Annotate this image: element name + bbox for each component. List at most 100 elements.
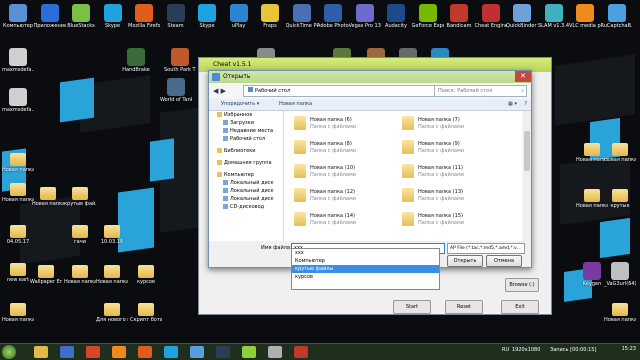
- desktop-icon[interactable]: HandBrake: [120, 48, 152, 73]
- desktop-icon[interactable]: World of Tanks Blitz: [160, 78, 192, 103]
- address-path[interactable]: Рабочий стол: [243, 85, 439, 97]
- desktop-icon[interactable]: maxmsdefa...: [2, 48, 34, 73]
- nav-item[interactable]: Рабочий стол: [209, 135, 283, 143]
- desktop-icon[interactable]: Wallpaper Engine: [30, 262, 62, 285]
- scrollbar-thumb[interactable]: [524, 131, 530, 171]
- autocomplete-option[interactable]: Компьютер: [292, 257, 439, 265]
- desktop-icon[interactable]: uPlay: [223, 4, 255, 29]
- back-forward-buttons[interactable]: ◀ ▶: [213, 85, 241, 97]
- nav-item[interactable]: Загрузки: [209, 119, 283, 127]
- desktop-icon[interactable]: Новая папка: [32, 184, 64, 207]
- close-icon[interactable]: ✕: [515, 71, 531, 82]
- desktop-icon[interactable]: Cheat Engine: [475, 4, 507, 29]
- file-list-item[interactable]: Новая папка (6) Папка с файлами: [288, 115, 398, 131]
- file-list-item[interactable]: Новая папка (9) Папка с файлами: [396, 139, 506, 155]
- desktop-icon[interactable]: Fraps: [254, 4, 286, 29]
- taskbar-app-firefox-icon[interactable]: [138, 346, 152, 358]
- desktop-icon[interactable]: Новая папка: [604, 140, 636, 163]
- desktop-icon[interactable]: Скрипт бота: [130, 300, 162, 323]
- view-options-icon[interactable]: ▦ ▾: [508, 99, 517, 110]
- navigation-pane[interactable]: Избранное Загрузки Недавние места Рабочий с…: [209, 111, 284, 241]
- reset-button[interactable]: Reset: [445, 300, 483, 314]
- desktop-icon[interactable]: _VaG3url(64): [604, 262, 636, 287]
- desktop-icon[interactable]: Vegas Pro 13.0 (64-bit): [349, 4, 381, 29]
- file-list-item[interactable]: Новая папка (12) Папка с файлами: [288, 187, 398, 203]
- desktop-icon[interactable]: крутые: [604, 186, 636, 209]
- start-button[interactable]: Start: [393, 300, 431, 314]
- file-list-item[interactable]: Новая папка (8) Папка с файлами: [288, 139, 398, 155]
- desktop-icon[interactable]: QuickBinder 1.7: [506, 4, 538, 29]
- filename-autocomplete-list[interactable]: ххх Компьютер крутые файлы курсов: [291, 248, 440, 290]
- file-list-item[interactable]: Новая папка (15) Папка с файлами: [396, 211, 506, 227]
- file-list[interactable]: Новая папка (6) Папка с файлами Новая папк…: [284, 111, 522, 241]
- nav-item[interactable]: Локальный диск: [209, 195, 283, 203]
- autocomplete-option[interactable]: крутые файлы: [292, 265, 439, 273]
- autocomplete-option[interactable]: курсов: [292, 273, 439, 281]
- desktop-icon[interactable]: 04.05.17: [2, 222, 34, 245]
- desktop-icon[interactable]: Новая папка: [604, 300, 636, 323]
- file-list-item[interactable]: Новая папка (7) Папка с файлами: [396, 115, 506, 131]
- desktop-icon[interactable]: Steam: [160, 4, 192, 29]
- desktop-icon[interactable]: Для нового видео: [96, 300, 128, 323]
- taskbar-app-vlc-icon[interactable]: [112, 346, 126, 358]
- desktop-icon[interactable]: Bandicam: [443, 4, 475, 29]
- nav-item[interactable]: Недавние места: [209, 127, 283, 135]
- desktop-icon[interactable]: Новая папка: [2, 180, 34, 203]
- start-button-orb[interactable]: [2, 345, 16, 359]
- browse-button[interactable]: Browse (.): [505, 278, 539, 292]
- desktop-icon[interactable]: 10.03.18: [96, 222, 128, 245]
- taskbar-app-skype-icon[interactable]: [164, 346, 178, 358]
- desktop-icon[interactable]: Skype: [97, 4, 129, 29]
- desktop-icon[interactable]: Новая папка (14): [96, 262, 128, 285]
- desktop-icon[interactable]: курсов: [130, 262, 162, 285]
- taskbar-clock[interactable]: 15:23: [622, 346, 636, 352]
- desktop-icon[interactable]: Приложение Blizzard: [34, 4, 66, 29]
- cancel-button[interactable]: Отмена: [486, 255, 522, 267]
- file-list-item[interactable]: Новая папка (11) Папка с файлами: [396, 163, 506, 179]
- nav-item[interactable]: Локальный диск: [209, 179, 283, 187]
- desktop-icon[interactable]: крутые файлы: [64, 184, 96, 207]
- desktop-icon[interactable]: maxmsdefa...: [2, 88, 34, 113]
- open-file-dialog[interactable]: Открыть ✕ ◀ ▶ Рабочий стол Поиск: Рабочи…: [208, 70, 532, 268]
- desktop-icon[interactable]: South Park The Stick...: [164, 48, 196, 73]
- keyboard-language[interactable]: RU: [502, 347, 509, 353]
- desktop-icon[interactable]: GeForce Experience: [412, 4, 444, 29]
- taskbar-app-steam-icon[interactable]: [216, 346, 230, 358]
- desktop-icon[interactable]: Skype: [191, 4, 223, 29]
- desktop-icon[interactable]: Новая папка: [2, 150, 34, 173]
- desktop-icon[interactable]: VLC media player: [569, 4, 601, 29]
- autocomplete-option[interactable]: ххх: [292, 249, 439, 257]
- nav-item[interactable]: Компьютер: [209, 171, 283, 179]
- nav-item[interactable]: Локальный диск: [209, 187, 283, 195]
- taskbar-app-explorer-icon[interactable]: [34, 346, 48, 358]
- file-list-item[interactable]: Новая папка (13) Папка с файлами: [396, 187, 506, 203]
- open-button[interactable]: Открыть: [447, 255, 483, 267]
- file-list-item[interactable]: Новая папка (14) Папка с файлами: [288, 211, 398, 227]
- desktop-icon[interactable]: Компьютер: [2, 4, 34, 29]
- new-folder-button[interactable]: Новая папка: [279, 99, 312, 110]
- organize-button[interactable]: Упорядочить ▾: [221, 99, 259, 110]
- nav-item[interactable]: Домашняя группа: [209, 159, 283, 167]
- desktop-icon[interactable]: Adobe Photosh...: [317, 4, 349, 29]
- file-list-item[interactable]: Новая папка (10) Папка с файлами: [288, 163, 398, 179]
- desktop-icon[interactable]: BlueStacks: [65, 4, 97, 29]
- nav-item[interactable]: Избранное: [209, 111, 283, 119]
- taskbar-app-chat-icon[interactable]: [190, 346, 204, 358]
- exit-button[interactable]: Exit: [501, 300, 539, 314]
- taskbar-app-cheat-icon[interactable]: [268, 346, 282, 358]
- nav-item[interactable]: CD-дисковод: [209, 203, 283, 211]
- search-input[interactable]: Поиск: Рабочий стол ⌕: [434, 85, 527, 97]
- taskbar-app-recorder-icon[interactable]: [294, 346, 308, 358]
- help-icon[interactable]: ?: [524, 99, 527, 110]
- file-list-scrollbar[interactable]: [523, 111, 531, 241]
- desktop-icon[interactable]: QuickTime Player: [286, 4, 318, 29]
- nav-item[interactable]: Библиотеки: [209, 147, 283, 155]
- desktop-icon[interactable]: Audacity: [380, 4, 412, 29]
- filetype-select[interactable]: AP File (*.tac,*.md5,*.amd,*.v...: [447, 243, 525, 254]
- desktop-icon[interactable]: Mozilla Firefox: [128, 4, 160, 29]
- desktop-icon[interactable]: RuCaptchaB...: [601, 4, 633, 29]
- taskbar-app-bandicam-icon[interactable]: [242, 346, 256, 358]
- taskbar-app-browser-icon[interactable]: [86, 346, 100, 358]
- desktop-icon[interactable]: SLAM v1.3.4: [538, 4, 570, 29]
- dialog-titlebar[interactable]: Открыть ✕: [209, 71, 531, 83]
